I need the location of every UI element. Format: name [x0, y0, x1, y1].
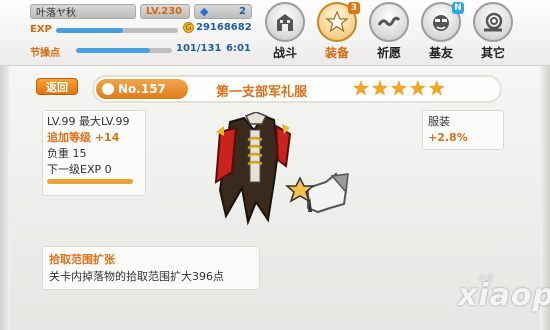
- nav-other-button[interactable]: 其它: [470, 2, 516, 64]
- rarity-star-icon: ★: [408, 76, 427, 100]
- snail-icon: [473, 2, 513, 42]
- stamina-bar: [76, 48, 172, 53]
- gem-icon: ◆: [200, 5, 209, 18]
- exp-bar: [56, 28, 178, 33]
- gold-amount: 29168682: [196, 22, 252, 33]
- item-skill-box: 拾取范围扩张 关卡内掉落物的拾取范围扩大396点: [42, 246, 260, 290]
- item-attribute-box: 服装 +2.8%: [422, 110, 504, 150]
- nav-friends-label: 基友: [428, 46, 453, 60]
- player-name: 叶落ヤ秋: [30, 4, 136, 19]
- gem-count: 2: [239, 6, 246, 17]
- item-next-exp-line: 下一级EXP 0: [47, 163, 112, 176]
- rarity-star-icon: ★: [370, 76, 389, 100]
- player-level-text: LV.230: [146, 6, 183, 17]
- nav-wish-button[interactable]: 祈愿: [366, 2, 412, 64]
- nav-wish-label: 祈愿: [376, 46, 401, 60]
- building-icon: [265, 2, 305, 42]
- nav-equipment-label: 装备: [324, 46, 349, 60]
- friends-new-badge: N: [452, 2, 464, 14]
- rarity-star-icon: ★: [352, 76, 370, 100]
- rarity-star-icon: ★: [427, 76, 446, 100]
- item-level-line: LV.99 最大LV.99: [47, 115, 130, 128]
- left-edge: [0, 66, 10, 330]
- item-number: No.157: [118, 82, 166, 96]
- item-name: 第一支部军礼服: [216, 85, 308, 100]
- item-bonus-level-line: 追加等级 +14: [47, 131, 120, 144]
- attribute-value: +2.8%: [428, 131, 468, 144]
- uniform-icon: [214, 111, 349, 226]
- nav-battle-label: 战斗: [272, 46, 297, 60]
- player-name-text: 叶落ヤ秋: [36, 8, 76, 19]
- status-bar: 叶落ヤ秋 LV.230 ◆ 2 EXP G 29168682 节操点 101/1…: [0, 0, 550, 66]
- item-weight-line: 负重 15: [47, 147, 87, 160]
- stamina-timer: 6:01: [226, 43, 251, 54]
- back-button[interactable]: 返回: [36, 78, 78, 95]
- skill-name: 拾取范围扩张: [49, 253, 115, 266]
- item-artwork: [196, 111, 376, 232]
- game-screen: 叶落ヤ秋 LV.230 ◆ 2 EXP G 29168682 节操点 101/1…: [0, 0, 550, 330]
- nav-friends-button[interactable]: 基友 N: [418, 2, 464, 64]
- rarity-star-icon: ★: [389, 76, 408, 100]
- item-next-exp-bar-fill: [47, 179, 133, 184]
- item-number-pill: No.157: [96, 79, 188, 99]
- equipment-badge: 3: [348, 2, 360, 14]
- nav-equipment-button[interactable]: 装备 3: [314, 2, 360, 64]
- player-level: LV.230: [140, 4, 190, 19]
- item-title-bar: No.157 第一支部军礼服 ★ ★ ★ ★ ★: [92, 75, 502, 103]
- stamina-value: 101/131: [176, 43, 222, 54]
- gem-counter: ◆ 2: [194, 4, 252, 19]
- item-number-dot-icon: [102, 83, 114, 95]
- watermark-logo: xiaopi: [458, 278, 550, 313]
- skill-description: 关卡内掉落物的拾取范围扩大396点: [49, 270, 224, 283]
- stamina-label: 节操点: [30, 48, 60, 59]
- gold-coin-icon: G: [183, 22, 194, 33]
- wave-icon: [369, 2, 409, 42]
- stamina-bar-fill: [76, 48, 150, 53]
- item-stats-box: LV.99 最大LV.99 追加等级 +14 负重 15 下一级EXP 0: [42, 110, 146, 196]
- item-next-exp-bar: [47, 179, 133, 184]
- gold-counter: G 29168682: [183, 22, 252, 33]
- nav-battle-button[interactable]: 战斗: [262, 2, 308, 64]
- attribute-name: 服装: [428, 115, 450, 128]
- item-rarity-stars: ★ ★ ★ ★ ★: [352, 78, 447, 98]
- exp-bar-fill: [56, 28, 124, 33]
- nav-other-label: 其它: [480, 46, 505, 60]
- exp-label: EXP: [30, 24, 52, 35]
